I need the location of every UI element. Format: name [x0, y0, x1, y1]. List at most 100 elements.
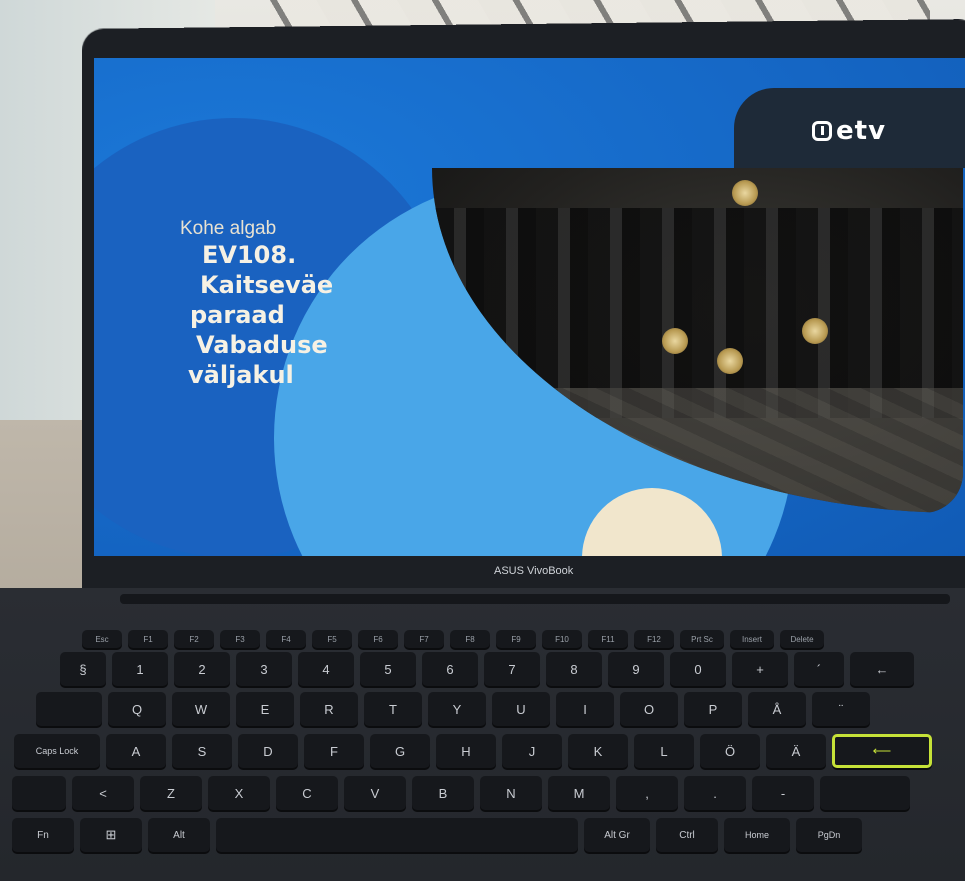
key-0[interactable]: 0 [670, 652, 726, 686]
key-4[interactable]: 4 [298, 652, 354, 686]
horn-bell [802, 318, 828, 344]
key-u[interactable]: U [492, 692, 550, 726]
key-tab[interactable] [36, 692, 102, 726]
key-pgdn[interactable]: PgDn [796, 818, 862, 852]
key-backspace[interactable]: ← [850, 652, 914, 686]
key-v[interactable]: V [344, 776, 406, 810]
key-n[interactable]: N [480, 776, 542, 810]
key-7[interactable]: 7 [484, 652, 540, 686]
key-f8[interactable]: F8 [450, 630, 490, 648]
key-d[interactable]: D [238, 734, 298, 768]
key-acute[interactable]: ´ [794, 652, 844, 686]
key-y[interactable]: Y [428, 692, 486, 726]
number-key-row: § 1 2 3 4 5 6 7 8 9 0 + ´ ← [60, 652, 914, 686]
key-o[interactable]: O [620, 692, 678, 726]
key-f7[interactable]: F7 [404, 630, 444, 648]
key-period[interactable]: . [684, 776, 746, 810]
key-i[interactable]: I [556, 692, 614, 726]
key-a-ring[interactable]: Å [748, 692, 806, 726]
key-f12[interactable]: F12 [634, 630, 674, 648]
key-comma[interactable]: , [616, 776, 678, 810]
horn-bell [662, 328, 688, 354]
key-f9[interactable]: F9 [496, 630, 536, 648]
band-row [432, 278, 963, 348]
key-f2[interactable]: F2 [174, 630, 214, 648]
key-g[interactable]: G [370, 734, 430, 768]
key-r[interactable]: R [300, 692, 358, 726]
laptop-screen: etv Kohe algab EV108. Kaitseväe paraad V… [94, 58, 965, 556]
key-c[interactable]: C [276, 776, 338, 810]
key-f11[interactable]: F11 [588, 630, 628, 648]
program-announcement: Kohe algab EV108. Kaitseväe paraad Vabad… [180, 218, 333, 390]
band-row [432, 208, 963, 278]
tuba-bell [732, 180, 758, 206]
key-f1[interactable]: F1 [128, 630, 168, 648]
kicker-text: Kohe algab [180, 218, 277, 239]
top-letter-row: Q W E R T Y U I O P Å ¨ [36, 692, 870, 726]
enter-arrow-icon: ⟵ [872, 743, 892, 758]
title-line: paraad [190, 301, 285, 329]
key-minus[interactable]: - [752, 776, 814, 810]
key-h[interactable]: H [436, 734, 496, 768]
key-1[interactable]: 1 [112, 652, 168, 686]
key-ctrl[interactable]: Ctrl [656, 818, 718, 852]
key-shift-left[interactable] [12, 776, 66, 810]
key-alt[interactable]: Alt [148, 818, 210, 852]
key-3[interactable]: 3 [236, 652, 292, 686]
etv-mark-icon [812, 121, 832, 141]
key-w[interactable]: W [172, 692, 230, 726]
key-f3[interactable]: F3 [220, 630, 260, 648]
key-z[interactable]: Z [140, 776, 202, 810]
key-space[interactable] [216, 818, 578, 852]
key-b[interactable]: B [412, 776, 474, 810]
etv-logo: etv [812, 116, 886, 146]
key-f6[interactable]: F6 [358, 630, 398, 648]
key-o-umlaut[interactable]: Ö [700, 734, 760, 768]
key-prtsc[interactable]: Prt Sc [680, 630, 724, 648]
key-enter[interactable]: ⟵ [832, 734, 932, 768]
home-letter-row: Caps Lock A S D F G H J K L Ö Ä ⟵ [14, 734, 932, 768]
key-t[interactable]: T [364, 692, 422, 726]
key-shift-right[interactable] [820, 776, 910, 810]
key-s[interactable]: S [172, 734, 232, 768]
key-delete[interactable]: Delete [780, 630, 824, 648]
key-x[interactable]: X [208, 776, 270, 810]
key-a[interactable]: A [106, 734, 166, 768]
key-section[interactable]: § [60, 652, 106, 686]
horn-bell [717, 348, 743, 374]
key-5[interactable]: 5 [360, 652, 416, 686]
key-less-than[interactable]: < [72, 776, 134, 810]
key-windows[interactable]: ⊞ [80, 818, 142, 852]
key-caps-lock[interactable]: Caps Lock [14, 734, 100, 768]
key-alt-gr[interactable]: Alt Gr [584, 818, 650, 852]
key-k[interactable]: K [568, 734, 628, 768]
key-a-umlaut[interactable]: Ä [766, 734, 826, 768]
title-line: Vabaduse [196, 331, 328, 359]
key-l[interactable]: L [634, 734, 694, 768]
key-f4[interactable]: F4 [266, 630, 306, 648]
key-2[interactable]: 2 [174, 652, 230, 686]
key-esc[interactable]: Esc [82, 630, 122, 648]
key-9[interactable]: 9 [608, 652, 664, 686]
bottom-letter-row: < Z X C V B N M , . - [12, 776, 910, 810]
title-line: väljakul [188, 361, 294, 389]
title-line: EV108. [202, 241, 297, 269]
key-f10[interactable]: F10 [542, 630, 582, 648]
key-f5[interactable]: F5 [312, 630, 352, 648]
key-j[interactable]: J [502, 734, 562, 768]
title-line: Kaitseväe [200, 271, 334, 299]
key-diaeresis[interactable]: ¨ [812, 692, 870, 726]
key-6[interactable]: 6 [422, 652, 478, 686]
function-key-row: Esc F1 F2 F3 F4 F5 F6 F7 F8 F9 F10 F11 F… [82, 630, 824, 648]
key-p[interactable]: P [684, 692, 742, 726]
key-e[interactable]: E [236, 692, 294, 726]
key-plus[interactable]: + [732, 652, 788, 686]
key-insert[interactable]: Insert [730, 630, 774, 648]
laptop-brand-label: ASUS VivoBook [494, 565, 574, 577]
key-8[interactable]: 8 [546, 652, 602, 686]
key-q[interactable]: Q [108, 692, 166, 726]
key-f[interactable]: F [304, 734, 364, 768]
key-home[interactable]: Home [724, 818, 790, 852]
key-fn[interactable]: Fn [12, 818, 74, 852]
key-m[interactable]: M [548, 776, 610, 810]
